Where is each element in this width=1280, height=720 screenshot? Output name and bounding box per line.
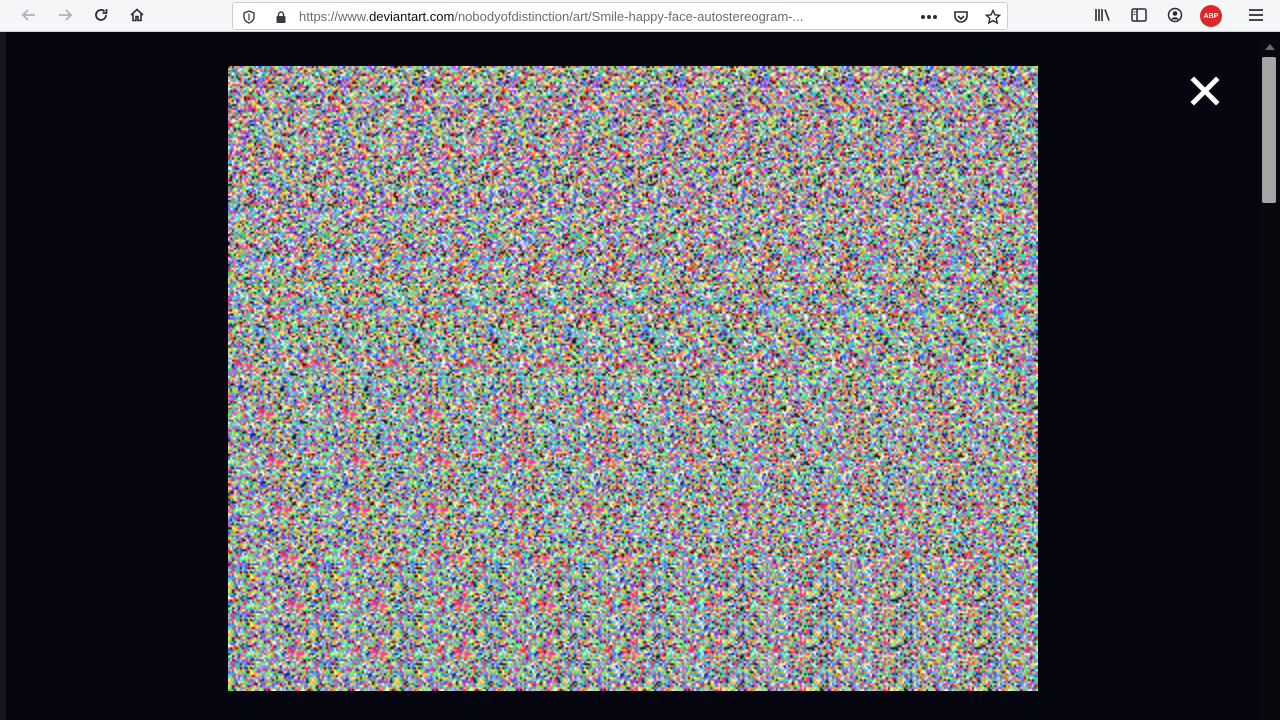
reload-button[interactable] (88, 3, 114, 29)
sidebar-icon (1131, 7, 1147, 25)
url-bar[interactable]: https://www.deviantart.com/nobodyofdisti… (232, 2, 1008, 30)
browser-toolbar: https://www.deviantart.com/nobodyofdisti… (0, 0, 1280, 32)
close-button[interactable] (1188, 74, 1222, 108)
autostereogram-image[interactable] (228, 66, 1038, 691)
adblock-button[interactable]: ABP (1200, 5, 1222, 27)
scroll-thumb[interactable] (1262, 57, 1276, 203)
sidebar-button[interactable] (1126, 3, 1152, 29)
menu-button[interactable] (1243, 3, 1269, 29)
forward-arrow-icon (57, 7, 73, 26)
scroll-up-arrow-icon[interactable] (1265, 44, 1275, 50)
url-host: deviantart.com (369, 9, 455, 24)
url-text[interactable]: https://www.deviantart.com/nobodyofdisti… (299, 9, 919, 24)
forward-button[interactable] (52, 3, 78, 29)
autostereogram-canvas (228, 66, 1038, 691)
home-button[interactable] (124, 3, 150, 29)
hamburger-menu-icon (1248, 8, 1264, 25)
account-button[interactable] (1162, 3, 1188, 29)
home-icon (129, 7, 145, 26)
page-scrollbar[interactable] (1259, 40, 1280, 720)
lock-icon[interactable] (271, 7, 291, 27)
library-icon (1094, 7, 1112, 26)
star-icon[interactable] (983, 7, 1003, 27)
more-dots-icon[interactable] (919, 7, 939, 27)
reload-icon (93, 7, 109, 26)
window-edge (0, 32, 6, 720)
url-prefix: https://www. (299, 9, 370, 24)
shield-icon[interactable] (239, 7, 259, 27)
pocket-icon[interactable] (951, 7, 971, 27)
back-button[interactable] (16, 3, 42, 29)
back-arrow-icon (21, 7, 37, 26)
account-icon (1167, 7, 1183, 26)
close-icon (1190, 76, 1220, 106)
url-path: /nobodyofdistinction/art/Smile-happy-fac… (454, 9, 804, 24)
library-button[interactable] (1090, 3, 1116, 29)
